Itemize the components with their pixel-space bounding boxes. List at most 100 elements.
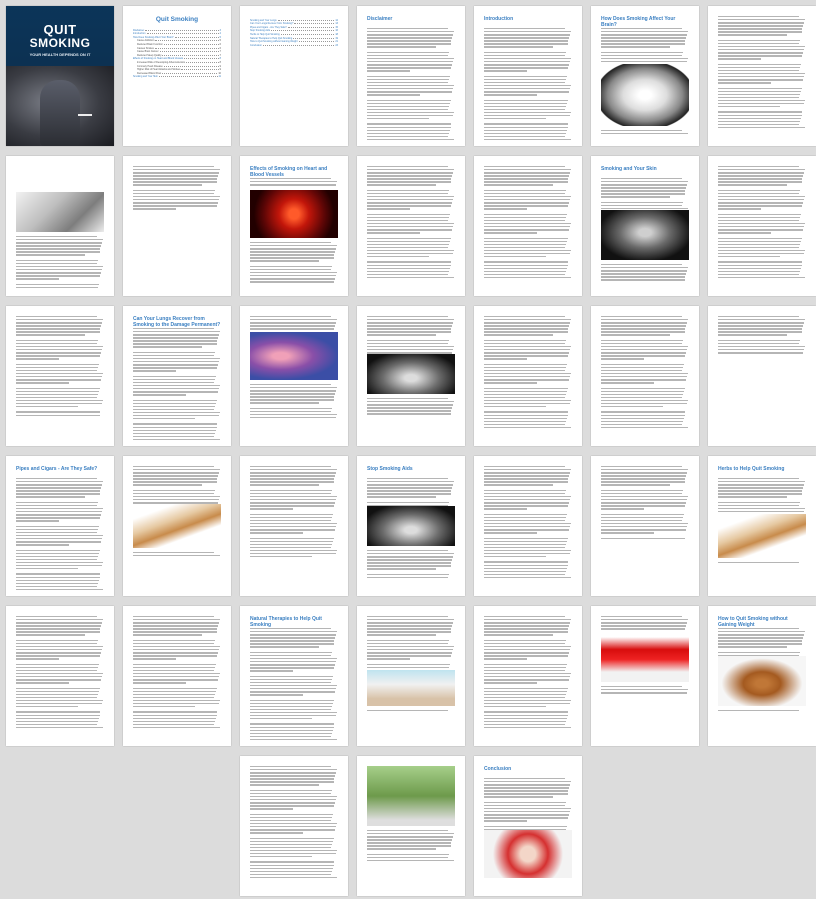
page-heading: Conclusion — [484, 766, 512, 772]
page-thumbnail-heart[interactable]: Effects of Smoking on Heart and Blood Ve… — [240, 156, 348, 296]
page-thumbnail-weight[interactable]: How to Quit Smoking without Gaining Weig… — [708, 606, 816, 746]
body-text — [367, 316, 455, 355]
toc-entry-label: Stop Smoking Aids — [250, 29, 271, 33]
page-thumbnail-lungs[interactable] — [240, 306, 348, 446]
page-illustration — [367, 506, 455, 546]
toc-entry-label: How Does Smoking Affect Your Brain? — [133, 35, 174, 39]
page-thumbnail-skin[interactable]: Smoking and Your Skin — [591, 156, 699, 296]
page-thumbnail-21[interactable] — [123, 456, 231, 596]
page-heading: Effects of Smoking on Heart and Blood Ve… — [250, 166, 328, 178]
page-thumbnail-disclaimer[interactable]: Disclaimer — [357, 6, 465, 146]
body-text — [133, 616, 221, 730]
page-heading: Introduction — [484, 16, 514, 22]
page-thumbnail-pipes-cigars[interactable]: Pipes and Cigars - Are They Safe? — [6, 456, 114, 596]
toc-title: Quit Smoking — [155, 16, 199, 23]
toc-entry-page: 9 — [219, 68, 221, 72]
toc-leader-dots — [181, 69, 219, 71]
body-text — [250, 766, 338, 880]
page-thumbnail-31[interactable] — [474, 606, 582, 746]
toc-entry-page: 15 — [335, 25, 338, 29]
toc-leader-dots — [294, 23, 335, 25]
page-illustration — [601, 632, 689, 682]
toc-entry[interactable]: Conclusion 23 — [250, 43, 338, 47]
toc-entry[interactable]: Smoking and Your Skin 11 — [133, 75, 221, 79]
page-thumbnail-toc-2[interactable]: Smoking and Your Lungs 12 Can Your Lungs R… — [240, 6, 348, 146]
toc-entry-label: Smoking and Your Skin — [133, 75, 158, 79]
toc-entry-label: Causes Strokes — [137, 46, 154, 50]
page-thumbnail-24[interactable] — [474, 456, 582, 596]
toc-leader-dots — [262, 44, 335, 46]
page-thumbnail-34[interactable] — [240, 756, 348, 896]
page-illustration — [367, 354, 455, 394]
toc-leader-dots — [293, 37, 335, 39]
page-heading: How to Quit Smoking without Gaining Weig… — [718, 616, 788, 628]
toc-entry-label: Introduction — [133, 32, 146, 36]
page-thumbnail-17[interactable] — [474, 306, 582, 446]
toc-leader-dots — [271, 30, 335, 32]
page-thumbnail-brain[interactable]: How Does Smoking Affect Your Brain? — [591, 6, 699, 146]
body-text — [133, 466, 221, 505]
page-thumbnail-14[interactable] — [6, 306, 114, 446]
cigarette-icon — [78, 114, 92, 116]
toc-leader-dots — [298, 41, 335, 43]
toc-entry-label: Herbs to Help Quit Smoking — [250, 32, 280, 36]
toc-entry-page: 8 — [219, 57, 221, 61]
page-thumbnail-introduction[interactable]: Introduction — [474, 6, 582, 146]
page-thumbnail-19[interactable] — [708, 306, 816, 446]
toc-entry-label: Conclusion — [250, 43, 262, 47]
page-illustration — [367, 670, 455, 706]
page-thumbnail-cover[interactable]: QUIT SMOKING YOUR HEALTH DEPENDS ON IT — [6, 6, 114, 146]
page-thumbnail-natural-therapies[interactable]: Natural Therapies to Help Quit Smoking — [240, 606, 348, 746]
page-thumbnail-35[interactable] — [357, 756, 465, 896]
page-thumbnail-10[interactable] — [357, 156, 465, 296]
page-thumbnail-16[interactable] — [357, 306, 465, 446]
page-thumbnail-toc[interactable]: Quit Smoking Disclaimer 3 Introduction 4 How… — [123, 6, 231, 146]
page-thumbnail-30[interactable] — [357, 606, 465, 746]
page-thumbnail-8[interactable] — [123, 156, 231, 296]
page-thumbnail-lungs-recover[interactable]: Can Your Lungs Recover from Smoking to t… — [123, 306, 231, 446]
page-thumbnail-28[interactable] — [123, 606, 231, 746]
body-text — [718, 562, 806, 565]
body-text — [601, 264, 689, 282]
page-thumbnail-stop-smoking-aids[interactable]: Stop Smoking Aids — [357, 456, 465, 596]
body-text — [250, 466, 338, 561]
toc-leader-dots — [163, 43, 219, 45]
toc-entry-page: 4 — [219, 32, 221, 36]
cover-title-line2: SMOKING — [29, 36, 91, 50]
page-thumbnail-27[interactable] — [6, 606, 114, 746]
body-text — [250, 178, 338, 187]
toc-entry-page: 6 — [219, 42, 221, 46]
toc-entry-page: 21 — [335, 40, 338, 44]
body-text — [484, 778, 572, 832]
body-text — [133, 166, 221, 214]
page-thumbnail-32[interactable] — [591, 606, 699, 746]
page-thumbnail-13[interactable] — [708, 156, 816, 296]
page-thumbnail-conclusion[interactable]: Conclusion — [474, 756, 582, 896]
book-cover: QUIT SMOKING YOUR HEALTH DEPENDS ON IT — [6, 6, 114, 146]
page-thumbnail-7[interactable] — [6, 156, 114, 296]
toc-leader-dots — [163, 65, 219, 67]
toc-entry-page: 7 — [219, 53, 221, 57]
page-thumbnail-herbs[interactable]: Herbs to Help Quit Smoking — [708, 456, 816, 596]
page-thumbnail-22[interactable] — [240, 456, 348, 596]
toc-leader-dots — [154, 47, 219, 49]
body-text — [367, 28, 455, 142]
body-text — [367, 166, 455, 280]
toc-list: Disclaimer 3 Introduction 4 How Does Smoking… — [133, 28, 221, 79]
page-thumbnail-6[interactable] — [708, 6, 816, 146]
toc-entry-label: Natural Therapies to Help Quit Smoking — [250, 36, 293, 40]
page-thumbnail-25[interactable] — [591, 456, 699, 596]
body-text — [484, 166, 572, 280]
body-text — [16, 316, 104, 418]
page-thumbnail-11[interactable] — [474, 156, 582, 296]
smoker-silhouette — [40, 80, 80, 146]
page-illustration — [133, 504, 221, 548]
page-heading: How Does Smoking Affect Your Brain? — [601, 16, 676, 28]
page-thumbnail-18[interactable] — [591, 306, 699, 446]
toc-entry-page: 5 — [219, 39, 221, 43]
toc-entry-page: 18 — [335, 32, 338, 36]
toc-entry-page: 16 — [335, 29, 338, 33]
toc-entry-page: 10 — [218, 71, 221, 75]
toc-entry-page: 8 — [219, 60, 221, 64]
body-text — [367, 830, 455, 863]
